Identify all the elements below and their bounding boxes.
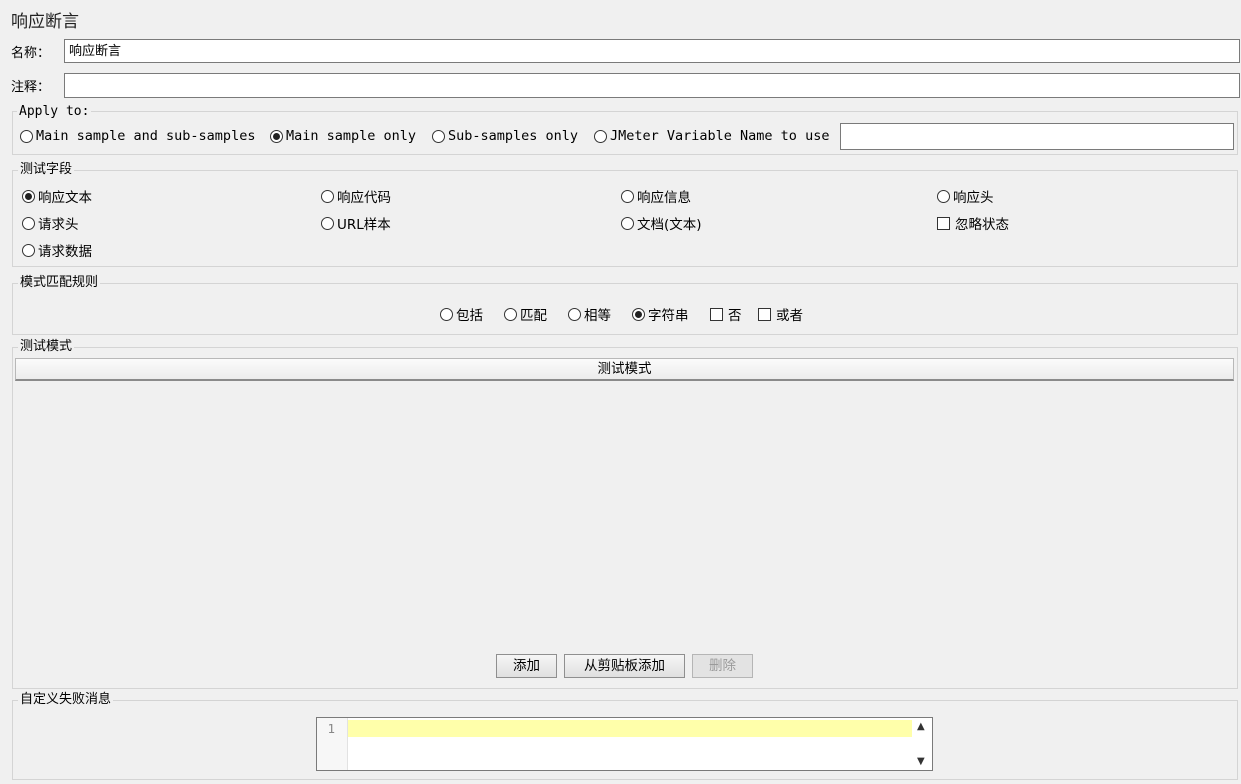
name-label: 名称：: [11, 46, 51, 61]
radio-indicator[interactable]: [568, 307, 581, 321]
rule-contains-radio[interactable]: 包括: [440, 304, 483, 324]
radio-label: 字符串: [648, 308, 689, 324]
field-request-data-radio[interactable]: 请求数据: [22, 240, 92, 260]
radio-label: 请求头: [38, 217, 79, 233]
field-response-headers-radio[interactable]: 响应头: [937, 186, 994, 206]
current-line-highlight[interactable]: [348, 720, 912, 737]
radio-indicator[interactable]: [22, 189, 35, 203]
radio-indicator[interactable]: [937, 189, 950, 203]
test-patterns-legend: 测试模式: [18, 339, 75, 355]
test-patterns-table-body[interactable]: [15, 381, 1234, 647]
add-button[interactable]: 添加: [496, 654, 557, 678]
radio-label: 匹配: [520, 308, 547, 324]
apply-main-and-sub-radio[interactable]: Main sample and sub-samples: [20, 128, 255, 144]
response-assertion-panel: 响应断言 名称： 响应断言 注释： Apply to: Main sample …: [0, 0, 1241, 784]
field-document-text-radio[interactable]: 文档(文本): [621, 213, 702, 233]
checkbox-indicator[interactable]: [937, 216, 950, 230]
radio-label: 请求数据: [38, 244, 92, 260]
test-field-legend: 测试字段: [18, 162, 75, 178]
radio-indicator[interactable]: [594, 129, 607, 143]
ignore-status-checkbox[interactable]: 忽略状态: [937, 213, 1009, 233]
comment-label: 注释：: [11, 80, 51, 95]
radio-label: URL样本: [337, 217, 391, 233]
field-response-code-radio[interactable]: 响应代码: [321, 186, 391, 206]
checkbox-label: 忽略状态: [955, 217, 1009, 233]
radio-label: 响应信息: [637, 190, 691, 206]
rule-not-checkbox[interactable]: 否: [710, 304, 742, 324]
field-request-headers-radio[interactable]: 请求头: [22, 213, 79, 233]
chevron-down-icon[interactable]: ▼: [917, 756, 925, 767]
radio-label: Main sample only: [286, 128, 417, 144]
radio-indicator[interactable]: [621, 216, 634, 230]
apply-sub-only-radio[interactable]: Sub-samples only: [432, 128, 578, 144]
radio-indicator[interactable]: [321, 216, 334, 230]
jmeter-variable-input[interactable]: [840, 123, 1234, 150]
radio-label: 响应文本: [38, 190, 92, 206]
rule-equals-radio[interactable]: 相等: [568, 304, 611, 324]
rule-or-checkbox[interactable]: 或者: [758, 304, 803, 324]
radio-label: 相等: [584, 308, 611, 324]
radio-label: JMeter Variable Name to use: [610, 128, 830, 144]
name-input[interactable]: 响应断言: [64, 39, 1240, 63]
radio-indicator[interactable]: [22, 216, 35, 230]
radio-indicator[interactable]: [432, 129, 445, 143]
chevron-up-icon[interactable]: ▲: [917, 721, 925, 732]
radio-indicator[interactable]: [22, 243, 35, 257]
pattern-rules-group: [12, 283, 1238, 335]
radio-label: Main sample and sub-samples: [36, 128, 256, 144]
radio-indicator[interactable]: [270, 129, 283, 143]
checkbox-indicator[interactable]: [758, 307, 771, 321]
radio-label: 响应代码: [337, 190, 391, 206]
checkbox-label: 否: [728, 308, 742, 324]
comment-input[interactable]: [64, 73, 1240, 98]
radio-label: 响应头: [953, 190, 994, 206]
custom-failure-legend: 自定义失败消息: [18, 692, 114, 708]
radio-indicator[interactable]: [621, 189, 634, 203]
rule-matches-radio[interactable]: 匹配: [504, 304, 547, 324]
radio-label: 包括: [456, 308, 483, 324]
field-url-sample-radio[interactable]: URL样本: [321, 213, 391, 233]
field-response-message-radio[interactable]: 响应信息: [621, 186, 691, 206]
radio-label: 文档(文本): [637, 217, 702, 233]
test-patterns-column-header[interactable]: 测试模式: [15, 358, 1234, 381]
checkbox-indicator[interactable]: [710, 307, 723, 321]
rule-substring-radio[interactable]: 字符串: [632, 304, 689, 324]
apply-to-legend: Apply to:: [17, 104, 92, 120]
page-title: 响应断言: [11, 12, 79, 32]
pattern-rules-legend: 模式匹配规则: [18, 275, 101, 291]
checkbox-label: 或者: [776, 308, 803, 324]
radio-indicator[interactable]: [440, 307, 453, 321]
radio-indicator[interactable]: [20, 129, 33, 143]
apply-jmeter-variable-radio[interactable]: JMeter Variable Name to use: [594, 128, 829, 144]
apply-main-only-radio[interactable]: Main sample only: [270, 128, 416, 144]
radio-label: Sub-samples only: [448, 128, 579, 144]
radio-indicator[interactable]: [632, 307, 645, 321]
line-number: 1: [327, 721, 335, 736]
radio-indicator[interactable]: [504, 307, 517, 321]
editor-scrollbar[interactable]: ▲ ▼: [914, 718, 932, 770]
radio-indicator[interactable]: [321, 189, 334, 203]
delete-button[interactable]: 删除: [692, 654, 753, 678]
field-response-text-radio[interactable]: 响应文本: [22, 186, 92, 206]
line-number-gutter: 1: [317, 718, 348, 770]
add-from-clipboard-button[interactable]: 从剪贴板添加: [564, 654, 685, 678]
failure-message-editor[interactable]: 1 ▲ ▼: [316, 717, 933, 771]
